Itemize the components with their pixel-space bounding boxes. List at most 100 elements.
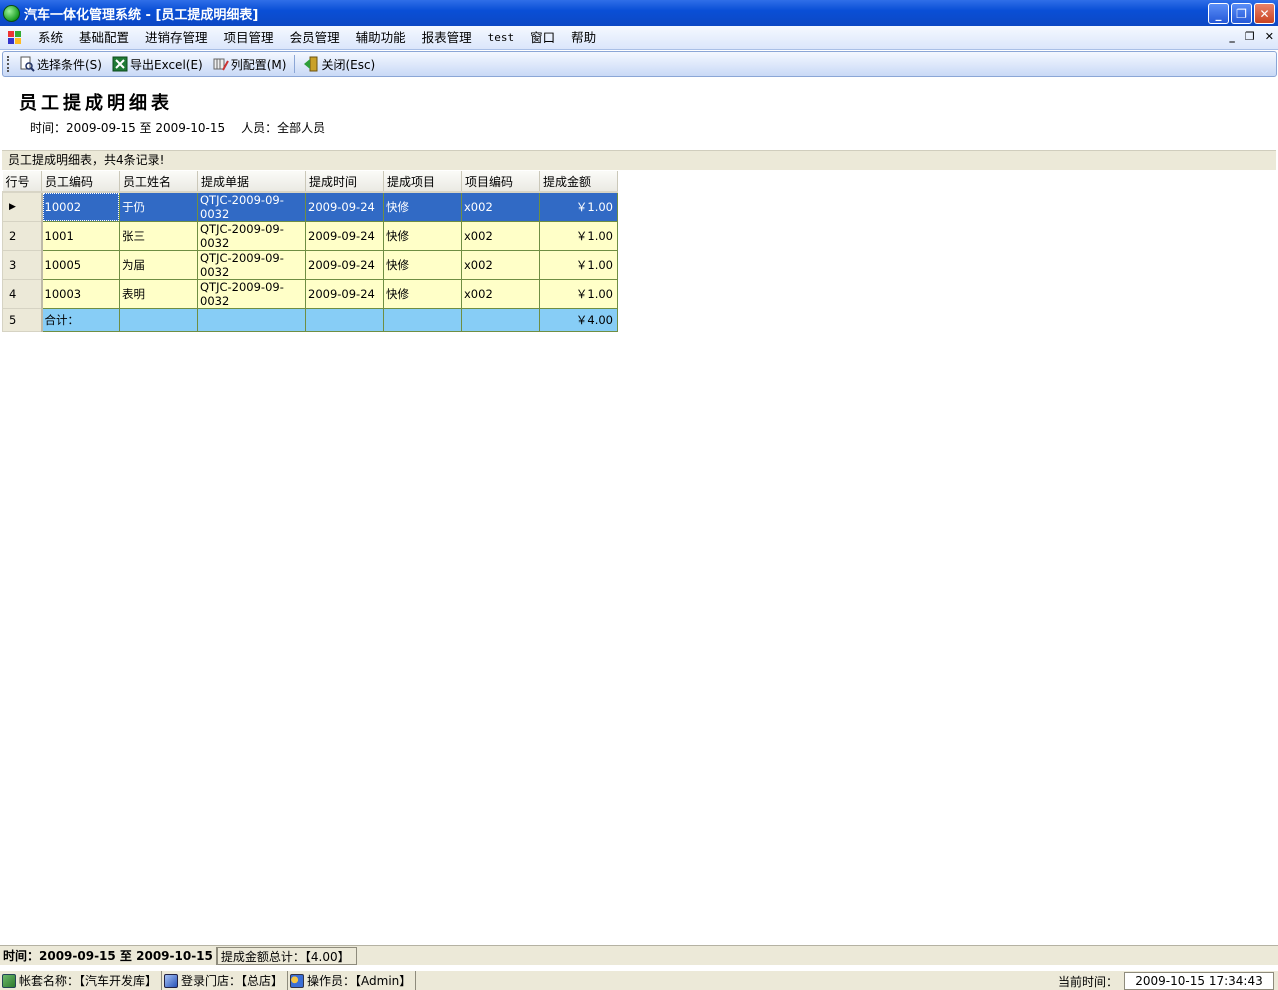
status-store-text: 登录门店：【总店】 [181,974,284,988]
row-number[interactable]: 5 [2,308,43,332]
close-report-button[interactable]: 关闭(Esc) [298,53,380,75]
excel-icon [112,56,128,72]
grid-header-row: 行号 员工编码 员工姓名 提成单据 提成时间 提成项目 项目编码 提成金额 [2,171,618,193]
commission-grid: 行号 员工编码 员工姓名 提成单据 提成时间 提成项目 项目编码 提成金额 ▶ … [2,171,618,332]
col-header-row-no[interactable]: 行号 [2,171,42,193]
menu-bar: 系统 基础配置 进销存管理 项目管理 会员管理 辅助功能 报表管理 test 窗… [0,26,1278,50]
cell-document[interactable]: QTJC-2009-09-0032 [197,279,306,309]
users-icon [290,973,305,988]
cell-employee-code[interactable]: 10003 [41,279,120,309]
mdi-restore-button[interactable]: ❐ [1245,30,1255,43]
close-button[interactable]: ✕ [1254,3,1275,24]
menu-projects[interactable]: 项目管理 [216,26,282,50]
cell-item-code[interactable]: x002 [461,279,540,309]
restore-button[interactable]: ❐ [1231,3,1252,24]
cell-document[interactable]: QTJC-2009-09-0032 [197,250,306,280]
current-time-value: 2009-10-15 17:34:43 [1124,972,1274,990]
export-excel-button[interactable]: 导出Excel(E) [107,53,208,75]
exit-door-icon [303,56,319,72]
table-row[interactable]: ▶ 10002 于仍 QTJC-2009-09-0032 2009-09-24 … [2,191,618,222]
cell-date[interactable]: 2009-09-24 [305,250,384,280]
cell-amount[interactable]: ￥1.00 [539,250,618,280]
cell-document[interactable]: QTJC-2009-09-0032 [197,191,306,222]
column-config-button[interactable]: 列配置(M) [208,53,292,75]
column-config-label: 列配置(M) [230,57,287,72]
col-header-item[interactable]: 提成项目 [383,171,462,193]
select-conditions-label: 选择条件(S) [37,57,102,72]
cell-document[interactable]: QTJC-2009-09-0032 [197,221,306,251]
cell-item-code[interactable]: x002 [461,191,540,222]
cell-empty[interactable] [305,308,384,332]
cell-item[interactable]: 快修 [383,279,462,309]
select-conditions-button[interactable]: 选择条件(S) [14,53,107,75]
table-row[interactable]: 3 10005 为届 QTJC-2009-09-0032 2009-09-24 … [2,250,618,280]
cell-employee-code[interactable]: 10002 [41,191,120,222]
menu-reports[interactable]: 报表管理 [414,26,480,50]
menu-members[interactable]: 会员管理 [282,26,348,50]
cell-date[interactable]: 2009-09-24 [305,191,384,222]
mdi-child-icon[interactable] [8,30,22,45]
cell-item[interactable]: 快修 [383,250,462,280]
table-row[interactable]: 2 1001 张三 QTJC-2009-09-0032 2009-09-24 快… [2,221,618,251]
total-amount[interactable]: ￥4.00 [539,308,618,332]
menu-aux[interactable]: 辅助功能 [348,26,414,50]
status-store: 登录门店：【总店】 [162,971,289,990]
table-row[interactable]: 4 10003 表明 QTJC-2009-09-0032 2009-09-24 … [2,279,618,309]
cell-amount[interactable]: ￥1.00 [539,191,618,222]
cell-empty[interactable] [383,308,462,332]
mdi-minimize-button[interactable]: _ [1229,30,1235,43]
cell-empty[interactable] [461,308,540,332]
cell-item-code[interactable]: x002 [461,221,540,251]
cell-employee-name[interactable]: 于仍 [119,191,198,222]
total-row[interactable]: 5 合计： ￥4.00 [2,308,618,332]
account-book-icon [2,973,16,988]
col-header-amount[interactable]: 提成金额 [539,171,618,193]
cell-amount[interactable]: ￥1.00 [539,221,618,251]
status-clock: 当前时间： 2009-10-15 17:34:43 [1058,972,1274,990]
grid-caption: 员工提成明细表，共4条记录! [2,150,1276,170]
cell-item-code[interactable]: x002 [461,250,540,280]
summary-statusbar: 时间：2009-09-15 至 2009-10-15 提成金额总计：【4.00】 [0,945,1278,965]
report-time-range: 时间：2009-09-15 至 2009-10-15 [30,121,226,135]
close-report-label: 关闭(Esc) [321,57,376,72]
column-config-icon [213,56,229,72]
row-number[interactable]: 4 [2,279,43,309]
row-indicator[interactable]: ▶ [2,191,43,222]
row-number[interactable]: 2 [2,221,43,251]
cell-employee-code[interactable]: 10005 [41,250,120,280]
status-account-text: 帐套名称：【汽车开发库】 [19,974,158,988]
app-logo-icon [3,4,20,22]
col-header-employee-name[interactable]: 员工姓名 [119,171,198,193]
col-header-document[interactable]: 提成单据 [197,171,306,193]
minimize-button[interactable]: _ [1208,3,1229,24]
mdi-close-button[interactable]: ✕ [1265,30,1274,43]
menu-window[interactable]: 窗口 [522,26,563,50]
toolbar-separator [294,55,296,73]
window-controls: _ ❐ ✕ [1208,3,1275,24]
report-title: 员工提成明细表 [19,93,173,114]
cell-empty[interactable] [119,308,198,332]
cell-amount[interactable]: ￥1.00 [539,279,618,309]
app-statusbar: 帐套名称：【汽车开发库】 登录门店：【总店】 操作员：【Admin】 当前时间：… [0,970,1278,990]
cell-item[interactable]: 快修 [383,191,462,222]
cell-employee-name[interactable]: 为届 [119,250,198,280]
cell-item[interactable]: 快修 [383,221,462,251]
menu-test[interactable]: test [480,26,523,50]
cell-employee-name[interactable]: 张三 [119,221,198,251]
cell-empty[interactable] [197,308,306,332]
cell-date[interactable]: 2009-09-24 [305,221,384,251]
total-label[interactable]: 合计： [41,308,120,332]
menu-inventory[interactable]: 进销存管理 [137,26,216,50]
cell-employee-name[interactable]: 表明 [119,279,198,309]
menu-help[interactable]: 帮助 [563,26,604,50]
col-header-date[interactable]: 提成时间 [305,171,384,193]
cell-date[interactable]: 2009-09-24 [305,279,384,309]
toolbar-grip[interactable] [7,56,10,72]
row-number[interactable]: 3 [2,250,43,280]
menu-base-config[interactable]: 基础配置 [71,26,137,50]
col-header-item-code[interactable]: 项目编码 [461,171,540,193]
cell-employee-code[interactable]: 1001 [41,221,120,251]
menu-system[interactable]: 系统 [30,26,71,50]
export-excel-label: 导出Excel(E) [129,57,203,72]
col-header-employee-code[interactable]: 员工编码 [41,171,120,193]
